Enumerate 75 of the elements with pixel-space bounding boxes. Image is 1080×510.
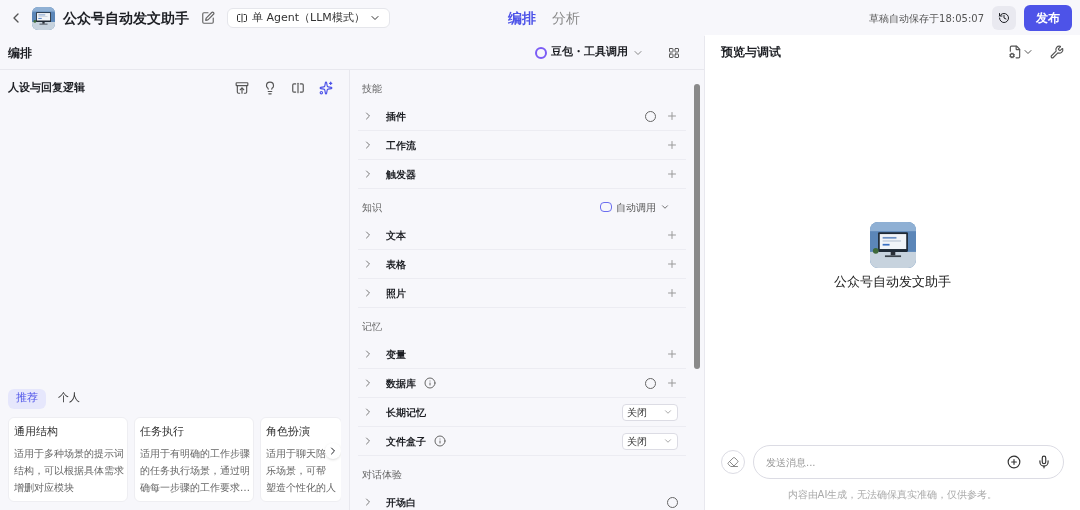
model-dropdown[interactable]: 豆包・工具调用 [535,44,644,61]
settings-icon[interactable] [1008,45,1022,59]
skill-name: 表格 [386,257,406,272]
skill-row[interactable]: 触发器 [358,160,686,189]
mode-dropdown[interactable]: 单 Agent（LLM模式） [227,8,390,28]
card-text: 乐场景，可帮 [266,465,326,476]
panel-title: 人设与回复逻辑 [8,79,85,96]
skill-name: 照片 [386,286,406,301]
card-text: 塑造个性化的人 [266,482,336,493]
state-dropdown[interactable]: 关闭 [622,403,678,421]
skill-name: 变量 [386,347,406,362]
template-card[interactable]: 通用结构 适用于多种场景的提示词 结构，可以根据具体需求 增删对应模块 [8,416,128,502]
bot-name: 公众号自动发文助手 [834,273,951,292]
card-text: 适用于多种场景的提示词 [14,448,124,459]
skill-name: 插件 [386,109,406,124]
skill-name: 数据库 [386,376,416,391]
card-text: 确每一步骤的工作要求… [140,482,250,493]
card-text: 适用于有明确的工作步骤 [140,448,250,459]
group-title: 记忆 [362,319,382,334]
sparkle-icon[interactable] [319,81,333,95]
app-title: 公众号自动发文助手 [63,8,189,28]
skill-name: 开场白 [386,495,416,510]
save-status: 草稿自动保存于18:05:07 [869,11,984,26]
skill-row[interactable]: 变量 [358,340,686,369]
card-title: 通用结构 [14,423,59,440]
card-text: 结构，可以根据具体需求 [14,465,124,476]
card-text: 增删对应模块 [14,482,74,493]
caret-icon [660,202,670,212]
state-dropdown[interactable]: 关闭 [622,432,678,450]
section-title: 编排 [8,44,32,62]
group-title: 对话体验 [362,467,402,482]
eraser-icon [727,456,739,468]
skill-name: 长期记忆 [386,405,426,420]
caret-icon [663,407,673,417]
skill-row[interactable]: 文件盒子 关闭 [358,427,686,456]
template-card[interactable]: 角色扮演 适用于聊天陪 乐场景，可帮 塑造个性化的人 [260,416,341,502]
skill-row[interactable]: 数据库 [358,369,686,398]
skill-name: 文件盒子 [386,434,426,449]
skill-row[interactable]: 文本 [358,221,686,250]
skill-row[interactable]: 表格 [358,250,686,279]
group-title: 技能 [362,81,382,96]
card-text: 适用于聊天陪 [266,448,326,459]
scrollbar[interactable] [694,84,700,369]
disclaimer: 内容由AI生成，无法确保真实准确，仅供参考。 [787,488,998,502]
skill-row[interactable]: 开场白 [358,488,686,510]
section-title: 预览与调试 [721,44,781,61]
skill-row[interactable]: 插件 [358,102,686,131]
card-title: 角色扮演 [266,423,311,440]
top-tab[interactable]: 编排 [508,7,536,29]
template-card[interactable]: 任务执行 适用于有明确的工作步骤 的任务执行场景，通过明 确每一步骤的工作要求… [134,416,254,502]
skill-name: 触发器 [386,167,416,182]
mic-icon[interactable] [1037,455,1051,469]
publish-button[interactable]: 发布 [1024,5,1072,31]
history-button[interactable] [992,6,1016,30]
card-text: 的任务执行场景，通过明 [140,465,250,476]
card-title: 任务执行 [140,423,185,440]
wrench-icon[interactable] [1050,45,1064,59]
auto-call-dropdown[interactable]: 自动调用 [600,199,670,215]
edit-icon[interactable] [201,11,215,25]
template-tab[interactable]: 个人 [50,388,88,409]
box-icon[interactable] [235,81,249,95]
template-tab[interactable]: 推荐 [8,388,46,409]
skill-name: 文本 [386,228,406,243]
split-icon[interactable] [291,81,305,95]
caret-icon [663,436,673,446]
skill-row[interactable]: 工作流 [358,131,686,160]
group-title: 知识 [362,200,382,215]
history-icon [998,12,1010,24]
bulb-icon[interactable] [263,81,277,95]
top-tab[interactable]: 分析 [552,7,580,29]
add-icon[interactable] [1007,455,1021,469]
skill-row[interactable]: 照片 [358,279,686,308]
skill-row[interactable]: 长期记忆 关闭 [358,398,686,427]
skill-name: 工作流 [386,138,416,153]
grid-icon[interactable] [668,46,680,59]
